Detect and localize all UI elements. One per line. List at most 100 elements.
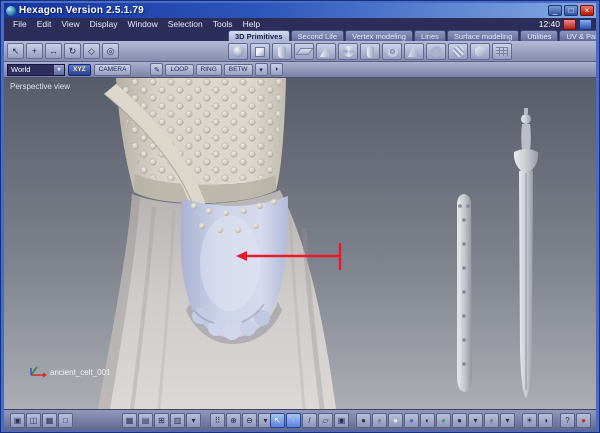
working-space-select[interactable]: World ▼ — [7, 63, 65, 76]
ring-button[interactable]: RING — [195, 63, 222, 76]
primitive-torus-button[interactable] — [382, 43, 402, 60]
textured-shading-button[interactable]: ● — [404, 413, 419, 428]
light-toggle-button[interactable]: ☀ — [522, 413, 537, 428]
menu-display[interactable]: Display — [85, 19, 123, 29]
cursor-icon: ↖ — [274, 416, 281, 425]
help-button[interactable]: ? — [560, 413, 575, 428]
primitive-cylinder-button[interactable] — [272, 43, 292, 60]
render-sphere-icon: ● — [581, 416, 586, 425]
primitive-capsule-button[interactable] — [360, 43, 380, 60]
backface-cull-button[interactable]: ● — [452, 413, 467, 428]
select-tool-button[interactable]: ↖ — [7, 43, 24, 59]
smooth-shading-button[interactable]: ● — [388, 413, 403, 428]
wireframe-sphere-icon: ● — [361, 416, 366, 425]
primitive-cone-button[interactable] — [316, 43, 336, 60]
render-button[interactable]: ● — [576, 413, 591, 428]
menu-tools[interactable]: Tools — [208, 19, 238, 29]
single-view-button[interactable]: ▣ — [10, 413, 25, 428]
panel-toggle-icon[interactable] — [579, 18, 592, 30]
flat-shading-button[interactable]: ● — [372, 413, 387, 428]
object-mode-button[interactable]: ▣ — [334, 413, 349, 428]
menu-window[interactable]: Window — [123, 19, 163, 29]
cone-icon — [320, 46, 332, 57]
scene-3d[interactable] — [4, 78, 596, 409]
dual-view-button[interactable]: ◫ — [26, 413, 41, 428]
primitive-sphere-button[interactable] — [228, 43, 248, 60]
environment-options-button[interactable]: ▾ — [500, 413, 515, 428]
primitive-plane-button[interactable] — [294, 43, 314, 60]
tab-vertex-modeling[interactable]: Vertex modeling — [345, 30, 413, 41]
clock: 12:40 — [538, 19, 560, 29]
chevron-down-icon: ▾ — [191, 416, 196, 425]
zoom-out-button[interactable]: ⊖ — [242, 413, 257, 428]
zoom-group: ⠿ ⊕ ⊖ ▾ — [210, 413, 273, 428]
flat-sphere-icon: ● — [377, 416, 382, 425]
viewport-label: Perspective view — [10, 82, 71, 91]
zoom-in-button[interactable]: ⊕ — [226, 413, 241, 428]
primitive-geodesic-button[interactable] — [338, 43, 358, 60]
edge-pencil-button[interactable]: ✎ — [150, 63, 164, 76]
shading-options-button[interactable]: ▾ — [468, 413, 483, 428]
vertex-color-button[interactable]: ● — [436, 413, 451, 428]
close-button[interactable]: × — [580, 5, 594, 16]
visibility-toggle-button[interactable]: ◑ — [269, 63, 283, 76]
material-preview-button[interactable]: ◐ — [420, 413, 435, 428]
tab-utilities[interactable]: Utilities — [520, 30, 559, 41]
primitive-polygon-button[interactable] — [470, 43, 490, 60]
menu-edit[interactable]: Edit — [32, 19, 57, 29]
auto-select-button[interactable]: ↖ — [270, 413, 285, 428]
snap-point-button[interactable]: ⊞ — [154, 413, 169, 428]
tab-surface-modeling[interactable]: Surface modeling — [446, 30, 520, 41]
manipulator-tool-button[interactable]: + — [26, 43, 43, 59]
minimize-button[interactable]: _ — [548, 5, 562, 16]
tab-lines[interactable]: Lines — [413, 30, 446, 41]
primitive-helix-button[interactable] — [448, 43, 468, 60]
shadow-toggle-button[interactable]: ◑ — [538, 413, 553, 428]
scale-tool-button[interactable]: ◇ — [83, 43, 100, 59]
perspective-viewport[interactable]: Perspective view ancient_celt_001 — [4, 78, 596, 409]
translate-tool-button[interactable]: ↔ — [45, 43, 62, 59]
maximize-view-button[interactable]: □ — [58, 413, 73, 428]
primitive-pyramid-button[interactable] — [404, 43, 424, 60]
loop-button[interactable]: LOOP — [165, 63, 194, 76]
soft-select-tool-button[interactable]: ◎ — [102, 43, 119, 59]
primitive-tube-button[interactable] — [426, 43, 446, 60]
quad-view-button[interactable]: ▦ — [42, 413, 57, 428]
main-toolbar: ↖ + ↔ ↻ ◇ ◎ — [4, 41, 596, 62]
rotate-tool-button[interactable]: ↻ — [64, 43, 81, 59]
between-button[interactable]: BETW — [223, 63, 253, 76]
tab-second-life[interactable]: Second Life — [290, 30, 345, 41]
primitive-cube-button[interactable] — [250, 43, 270, 60]
edge-mode-button[interactable]: / — [302, 413, 317, 428]
snap-grid-button[interactable]: ▤ — [138, 413, 153, 428]
loop-options-button[interactable]: ▾ — [254, 63, 268, 76]
camera-toggle[interactable]: CAMERA — [93, 63, 132, 76]
selected-apron-mesh[interactable] — [180, 196, 288, 344]
rotate-icon: ↻ — [68, 45, 77, 56]
ruler-button[interactable]: ▥ — [170, 413, 185, 428]
smooth-sphere-icon: ● — [393, 416, 398, 425]
hotkeys-icon[interactable] — [563, 18, 576, 30]
environment-button[interactable]: ● — [484, 413, 499, 428]
xyz-axes-toggle[interactable]: XYZ — [68, 63, 91, 76]
menu-view[interactable]: View — [56, 19, 84, 29]
menu-help[interactable]: Help — [238, 19, 265, 29]
face-mode-button[interactable]: ▱ — [318, 413, 333, 428]
maximize-button[interactable]: □ — [564, 5, 578, 16]
staff-model[interactable] — [457, 194, 472, 392]
scale-icon: ◇ — [88, 45, 95, 56]
tab-3d-primitives[interactable]: 3D Primitives — [228, 30, 290, 41]
vertex-mode-button[interactable]: ∙ — [286, 413, 301, 428]
plane-icon — [295, 48, 313, 55]
maximize-view-icon: □ — [63, 416, 68, 425]
tab-uv-paint[interactable]: UV & Paint — [559, 30, 596, 41]
sword-model[interactable] — [513, 108, 539, 398]
wireframe-shading-button[interactable]: ● — [356, 413, 371, 428]
grid-options-button[interactable]: ▾ — [186, 413, 201, 428]
menu-selection[interactable]: Selection — [163, 19, 208, 29]
grid-toggle-button[interactable]: ▦ — [122, 413, 137, 428]
secondary-toolbar: World ▼ XYZ CAMERA ✎ LOOP RING BETW ▾ ◑ — [4, 62, 596, 78]
menu-file[interactable]: File — [8, 19, 32, 29]
primitive-grid-button[interactable] — [492, 43, 512, 60]
dotted-grid-button[interactable]: ⠿ — [210, 413, 225, 428]
